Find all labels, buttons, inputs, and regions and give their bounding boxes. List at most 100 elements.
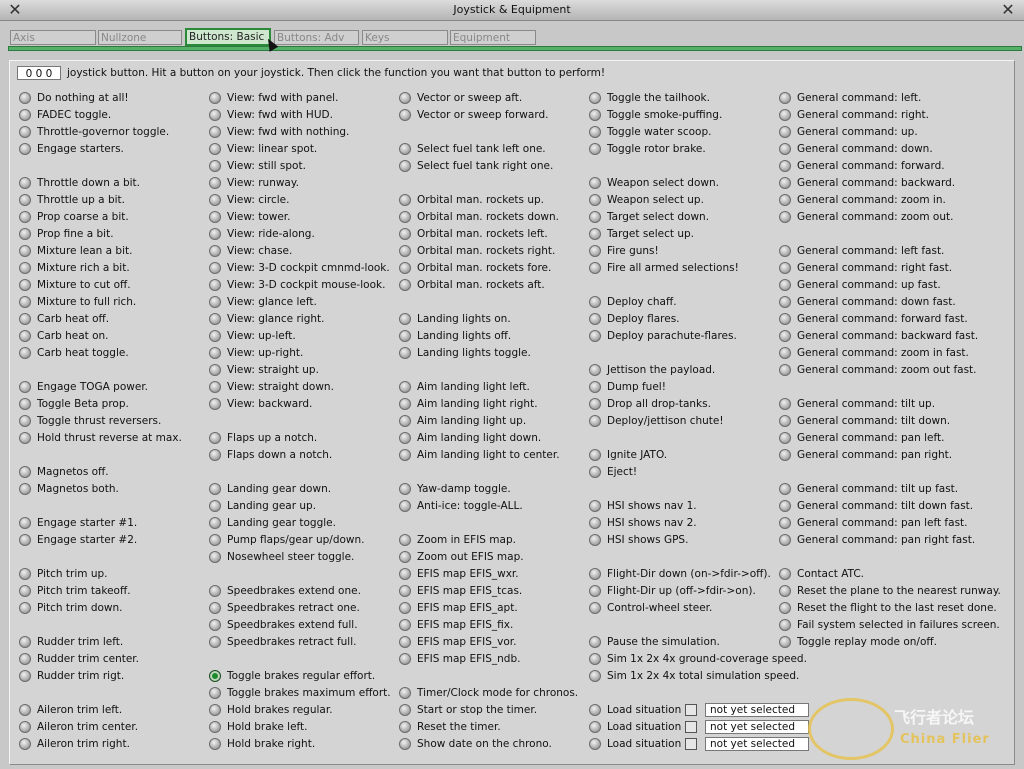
radio-button-icon[interactable]: [589, 738, 601, 750]
radio-button-icon[interactable]: [399, 738, 411, 750]
radio-button-icon[interactable]: [399, 551, 411, 563]
radio-button-icon[interactable]: [209, 619, 221, 631]
radio-button-icon[interactable]: [399, 721, 411, 733]
radio-button-icon[interactable]: [779, 432, 791, 444]
radio-button-icon[interactable]: [399, 500, 411, 512]
situation-file-select[interactable]: not yet selected: [705, 737, 809, 751]
radio-button-icon[interactable]: [19, 738, 31, 750]
radio-button-icon[interactable]: [209, 432, 221, 444]
radio-button-icon[interactable]: [209, 449, 221, 461]
radio-button-icon[interactable]: [209, 602, 221, 614]
radio-button-icon[interactable]: [589, 364, 601, 376]
radio-button-icon[interactable]: [589, 636, 601, 648]
radio-button-icon[interactable]: [19, 636, 31, 648]
radio-button-icon[interactable]: [19, 704, 31, 716]
radio-button-icon[interactable]: [209, 381, 221, 393]
radio-button-icon[interactable]: [19, 313, 31, 325]
radio-button-icon[interactable]: [209, 160, 221, 172]
radio-button-icon[interactable]: [19, 211, 31, 223]
radio-button-icon[interactable]: [19, 398, 31, 410]
radio-button-icon[interactable]: [779, 313, 791, 325]
radio-button-icon[interactable]: [209, 126, 221, 138]
tab-buttons-basic[interactable]: Buttons: Basic: [185, 28, 271, 46]
radio-button-icon[interactable]: [589, 245, 601, 257]
radio-button-icon[interactable]: [19, 432, 31, 444]
tab-axis[interactable]: Axis: [10, 30, 96, 45]
radio-button-icon[interactable]: [399, 143, 411, 155]
radio-button-icon[interactable]: [779, 160, 791, 172]
close-icon[interactable]: ✕: [999, 1, 1017, 19]
radio-button-icon[interactable]: [589, 415, 601, 427]
radio-button-icon[interactable]: [589, 296, 601, 308]
radio-button-icon[interactable]: [589, 466, 601, 478]
radio-button-icon[interactable]: [779, 347, 791, 359]
radio-button-icon[interactable]: [399, 602, 411, 614]
radio-button-icon[interactable]: [589, 398, 601, 410]
button-number-field[interactable]: 0 0 0: [17, 66, 61, 80]
radio-button-icon[interactable]: [779, 585, 791, 597]
radio-button-icon[interactable]: [399, 483, 411, 495]
radio-button-icon[interactable]: [779, 517, 791, 529]
radio-button-icon[interactable]: [589, 534, 601, 546]
radio-button-icon[interactable]: [589, 143, 601, 155]
radio-button-icon[interactable]: [399, 704, 411, 716]
radio-button-icon[interactable]: [589, 262, 601, 274]
radio-button-icon[interactable]: [209, 670, 221, 682]
radio-button-icon[interactable]: [209, 704, 221, 716]
radio-button-icon[interactable]: [589, 381, 601, 393]
radio-button-icon[interactable]: [399, 262, 411, 274]
radio-button-icon[interactable]: [399, 330, 411, 342]
tab-equipment[interactable]: Equipment: [450, 30, 536, 45]
radio-button-icon[interactable]: [779, 602, 791, 614]
radio-button-icon[interactable]: [589, 585, 601, 597]
radio-button-icon[interactable]: [779, 177, 791, 189]
radio-button-icon[interactable]: [589, 653, 601, 665]
radio-button-icon[interactable]: [209, 92, 221, 104]
radio-button-icon[interactable]: [209, 194, 221, 206]
radio-button-icon[interactable]: [19, 126, 31, 138]
load-situation-checkbox[interactable]: [685, 704, 697, 716]
radio-button-icon[interactable]: [209, 296, 221, 308]
radio-button-icon[interactable]: [779, 262, 791, 274]
radio-button-icon[interactable]: [19, 228, 31, 240]
radio-button-icon[interactable]: [779, 126, 791, 138]
radio-button-icon[interactable]: [19, 262, 31, 274]
radio-button-icon[interactable]: [19, 109, 31, 121]
radio-button-icon[interactable]: [19, 92, 31, 104]
radio-button-icon[interactable]: [779, 92, 791, 104]
radio-button-icon[interactable]: [19, 517, 31, 529]
radio-button-icon[interactable]: [589, 313, 601, 325]
radio-button-icon[interactable]: [589, 126, 601, 138]
radio-button-icon[interactable]: [19, 568, 31, 580]
radio-button-icon[interactable]: [589, 211, 601, 223]
radio-button-icon[interactable]: [399, 211, 411, 223]
radio-button-icon[interactable]: [209, 330, 221, 342]
radio-button-icon[interactable]: [399, 109, 411, 121]
radio-button-icon[interactable]: [589, 568, 601, 580]
radio-button-icon[interactable]: [589, 330, 601, 342]
radio-button-icon[interactable]: [19, 483, 31, 495]
radio-button-icon[interactable]: [779, 109, 791, 121]
radio-button-icon[interactable]: [19, 177, 31, 189]
radio-button-icon[interactable]: [589, 500, 601, 512]
radio-button-icon[interactable]: [399, 449, 411, 461]
radio-button-icon[interactable]: [209, 721, 221, 733]
radio-button-icon[interactable]: [779, 296, 791, 308]
radio-button-icon[interactable]: [209, 109, 221, 121]
load-situation-checkbox[interactable]: [685, 721, 697, 733]
radio-button-icon[interactable]: [779, 279, 791, 291]
radio-button-icon[interactable]: [209, 500, 221, 512]
radio-button-icon[interactable]: [399, 381, 411, 393]
radio-button-icon[interactable]: [19, 585, 31, 597]
radio-button-icon[interactable]: [399, 585, 411, 597]
radio-button-icon[interactable]: [399, 415, 411, 427]
radio-button-icon[interactable]: [209, 364, 221, 376]
radio-button-icon[interactable]: [19, 466, 31, 478]
radio-button-icon[interactable]: [209, 313, 221, 325]
radio-button-icon[interactable]: [589, 449, 601, 461]
radio-button-icon[interactable]: [19, 721, 31, 733]
radio-button-icon[interactable]: [779, 483, 791, 495]
radio-button-icon[interactable]: [209, 551, 221, 563]
radio-button-icon[interactable]: [589, 517, 601, 529]
radio-button-icon[interactable]: [209, 143, 221, 155]
